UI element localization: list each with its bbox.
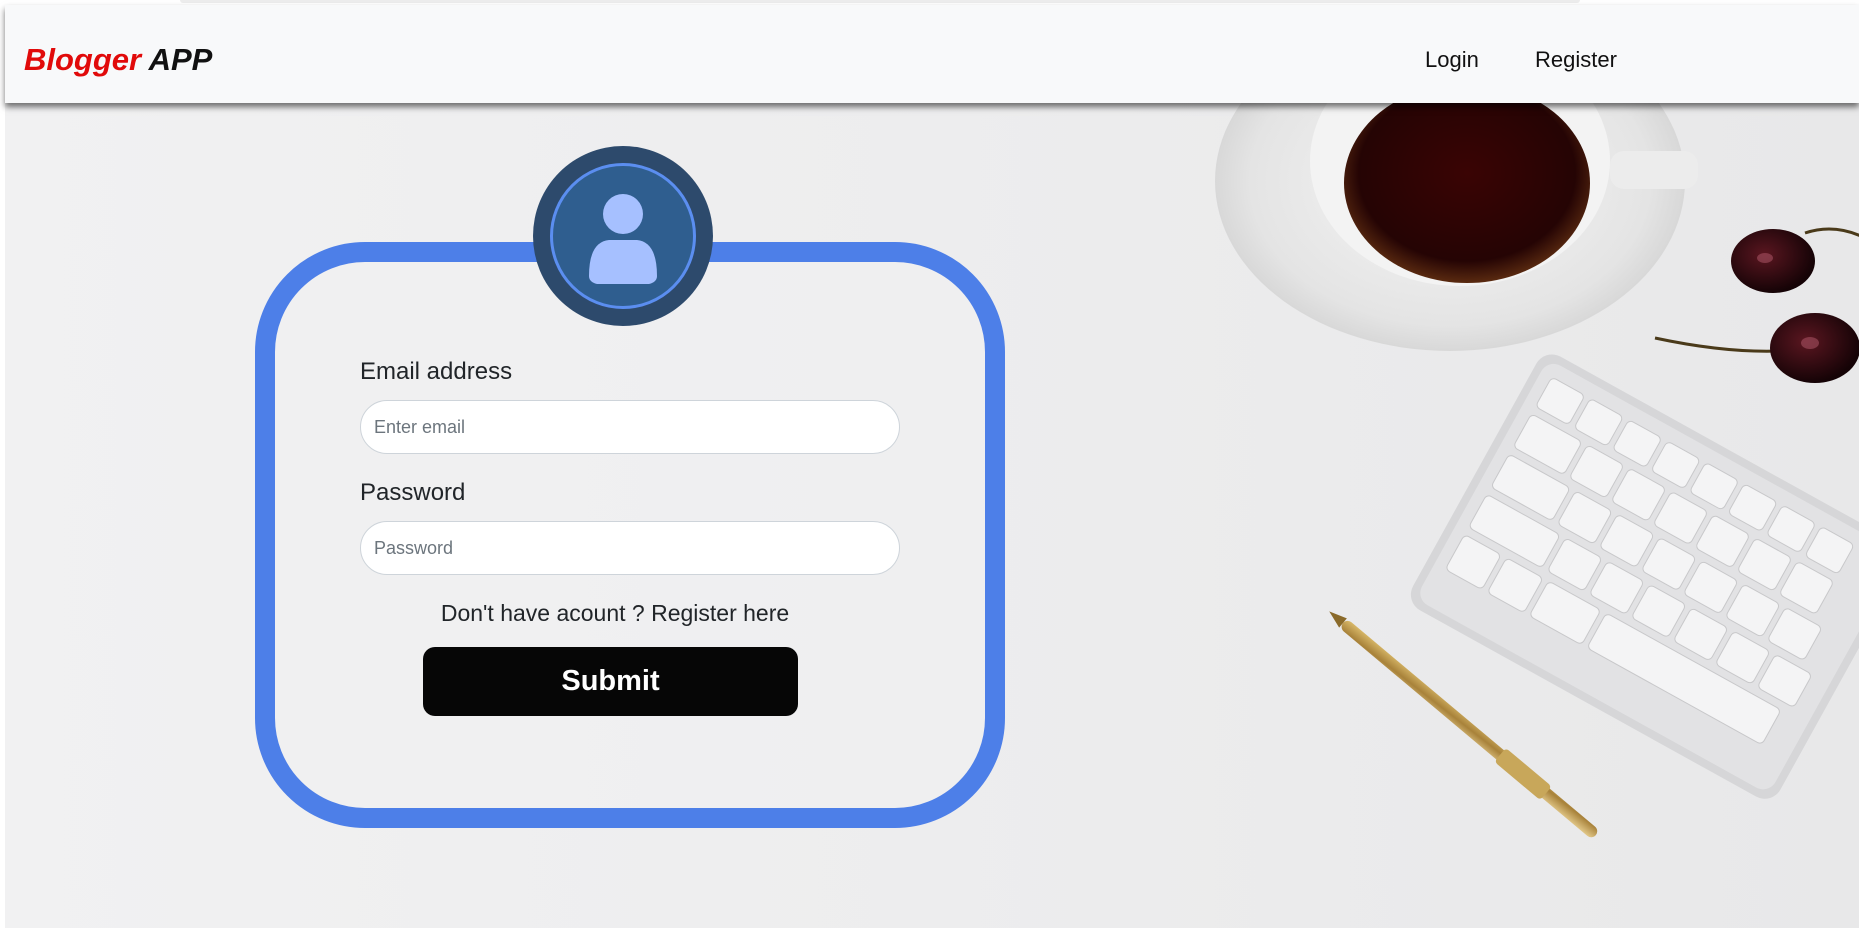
password-input[interactable] (360, 521, 900, 575)
navbar: Blogger APP Login Register (5, 5, 1859, 103)
user-avatar-icon (589, 194, 657, 284)
password-label: Password (360, 479, 466, 506)
email-input[interactable] (360, 400, 900, 454)
email-label: Email address (360, 358, 513, 385)
brand-name-part1: Blogger (24, 42, 142, 77)
submit-button[interactable]: Submit (423, 647, 798, 716)
avatar (533, 146, 713, 326)
page-bottom (0, 928, 1859, 941)
brand-name-part2: APP (148, 42, 213, 77)
nav-register-link[interactable]: Register (1535, 45, 1617, 75)
top-divider (180, 0, 1580, 3)
avatar-inner-ring (550, 163, 696, 309)
brand-logo[interactable]: Blogger APP (24, 37, 212, 83)
nav-login-link[interactable]: Login (1425, 45, 1479, 75)
register-link[interactable]: Don't have acount ? Register here (360, 597, 870, 629)
